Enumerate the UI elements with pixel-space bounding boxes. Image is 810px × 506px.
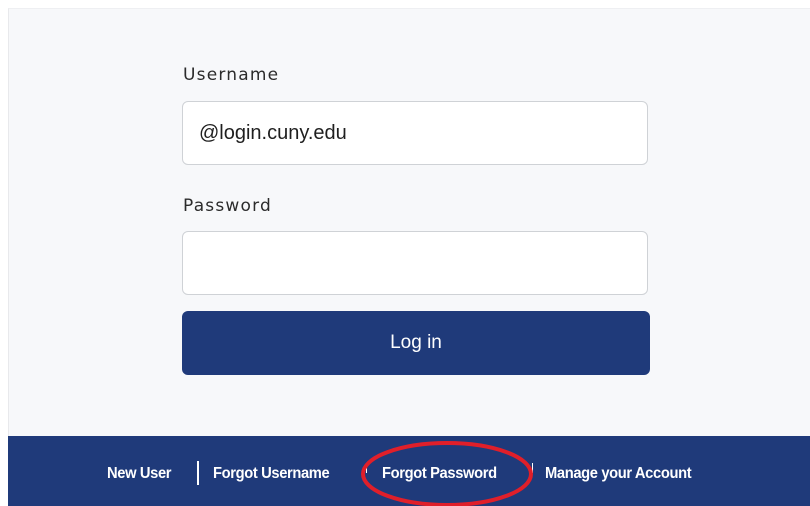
footer-bar: New User Forgot Username Forgot Password… — [8, 436, 810, 506]
login-button[interactable]: Log in — [182, 311, 650, 375]
password-input[interactable] — [182, 231, 648, 295]
password-label: Password — [183, 196, 273, 216]
footer-separator — [366, 463, 367, 473]
forgot-password-link[interactable]: Forgot Password — [382, 465, 497, 483]
forgot-username-link[interactable]: Forgot Username — [213, 465, 330, 483]
manage-account-link[interactable]: Manage your Account — [545, 465, 692, 483]
login-page: Username Password Log in New User Forgot… — [0, 0, 810, 506]
username-input[interactable] — [182, 101, 648, 165]
new-user-link[interactable]: New User — [107, 465, 172, 483]
footer-links: New User Forgot Username Forgot Password… — [8, 436, 810, 506]
footer-separator — [532, 463, 533, 473]
footer-separator — [197, 461, 199, 485]
username-label: Username — [183, 65, 280, 85]
